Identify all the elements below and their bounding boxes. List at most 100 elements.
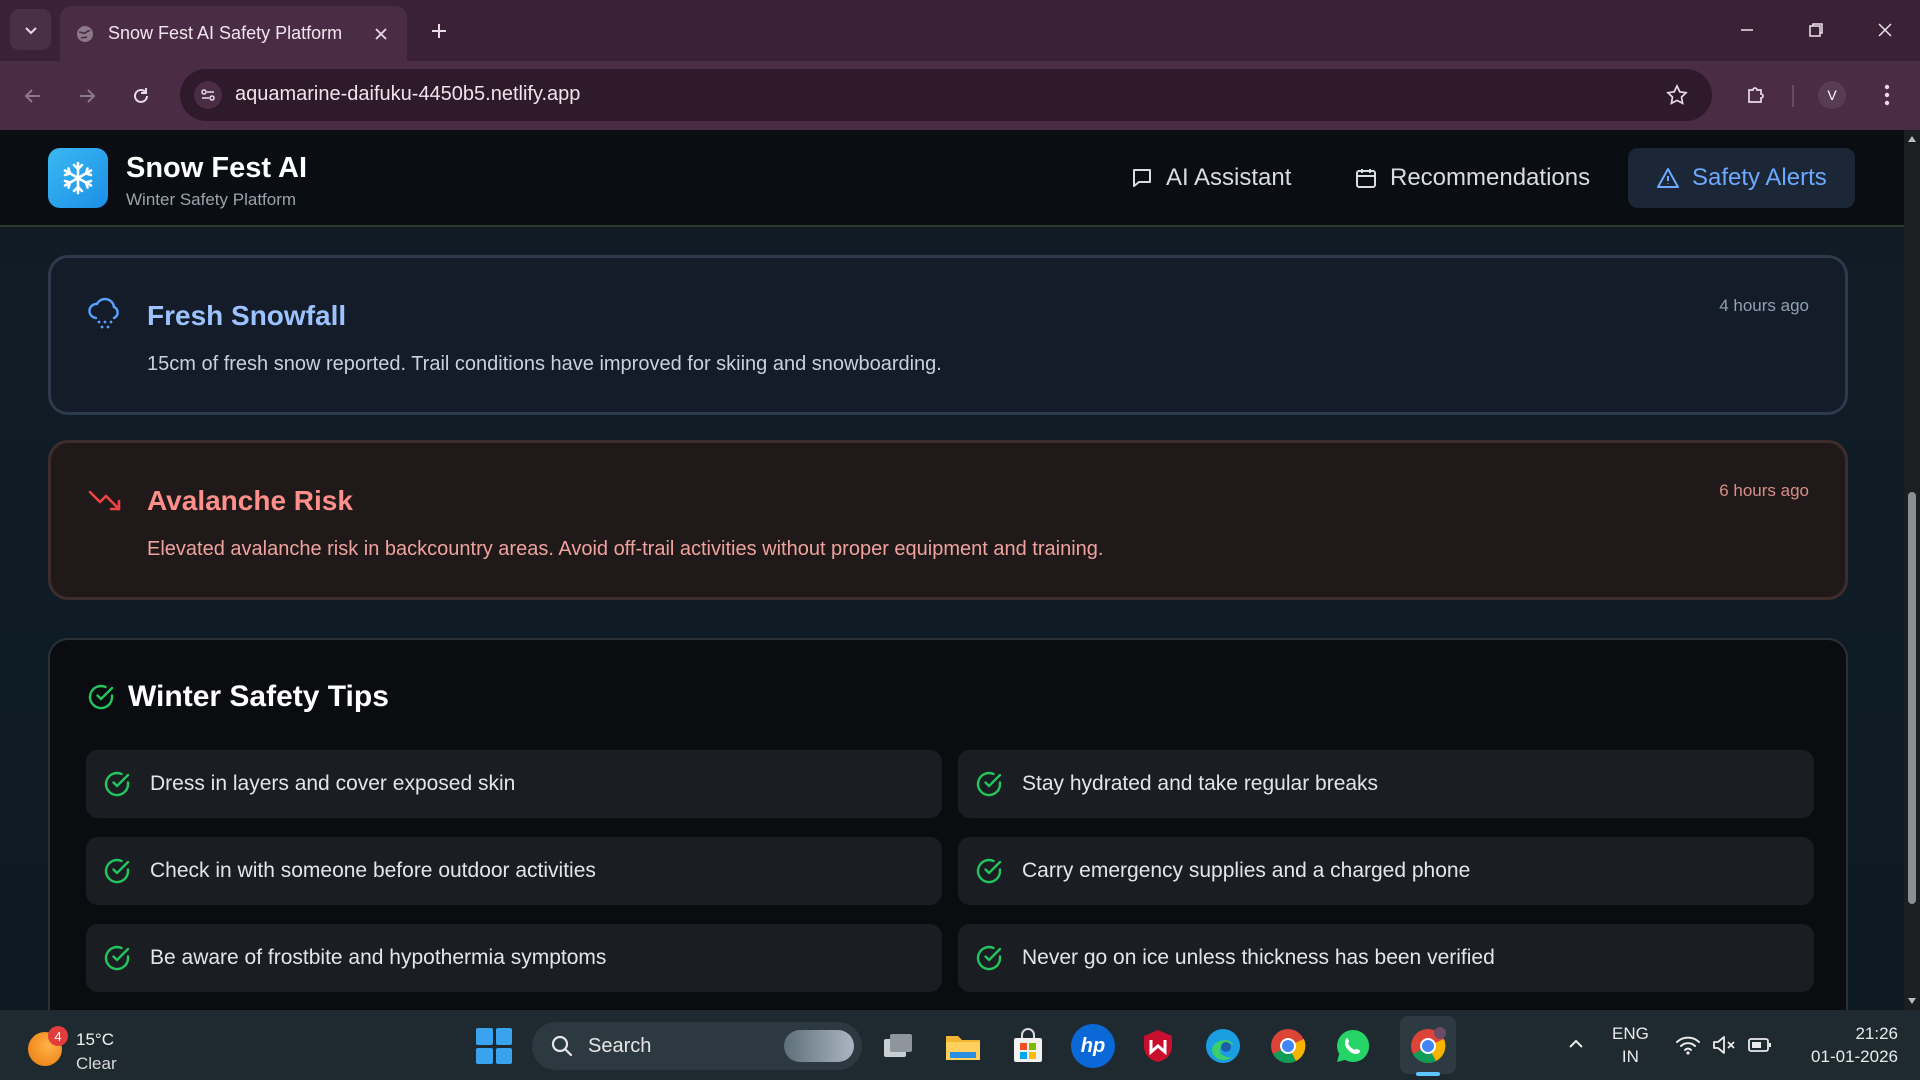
whatsapp-button[interactable]	[1331, 1024, 1375, 1068]
forward-button[interactable]	[68, 77, 106, 115]
close-icon	[1878, 23, 1892, 37]
tips-header: Winter Safety Tips	[86, 680, 389, 714]
alert-title: Fresh Snowfall	[147, 300, 347, 331]
task-view-button[interactable]	[876, 1024, 920, 1068]
clock-time: 21:26	[1855, 1024, 1898, 1043]
app-logo[interactable]	[48, 148, 108, 208]
extensions-button[interactable]	[1738, 77, 1774, 113]
chrome-button[interactable]	[1266, 1024, 1310, 1068]
browser-toolbar: aquamarine-daifuku-4450b5.netlify.app V	[0, 61, 1920, 130]
windows-logo-pane	[476, 1047, 493, 1064]
restore-button[interactable]	[1793, 12, 1839, 48]
chrome-profile-icon	[1411, 1027, 1446, 1063]
address-bar[interactable]: aquamarine-daifuku-4450b5.netlify.app	[180, 69, 1712, 121]
nav-ai-assistant[interactable]: AI Assistant	[1102, 148, 1319, 208]
alert-time: 6 hours ago	[1719, 481, 1809, 500]
browser-menu-button[interactable]	[1872, 77, 1902, 113]
whatsapp-icon	[1337, 1029, 1370, 1062]
profile-avatar[interactable]: V	[1818, 81, 1846, 109]
tab-title: Snow Fest AI Safety Platform	[108, 23, 343, 43]
arrow-left-icon	[24, 89, 40, 103]
windows-logo-pane	[495, 1028, 512, 1045]
arrow-right-icon	[80, 89, 96, 103]
weather-widget[interactable]: 4 15°C Clear	[28, 1020, 138, 1073]
trending-down-icon	[87, 481, 123, 517]
alert-title: Avalanche Risk	[147, 485, 353, 516]
check-circle-icon	[88, 684, 114, 710]
alert-card-avalanche-risk: Avalanche Risk Elevated avalanche risk i…	[48, 440, 1848, 600]
plus-icon	[432, 24, 446, 38]
site-settings-icon[interactable]	[194, 81, 222, 109]
cloud-snow-icon	[87, 296, 123, 332]
url-text[interactable]: aquamarine-daifuku-4450b5.netlify.app	[235, 83, 580, 106]
language-code: ENG	[1612, 1024, 1649, 1043]
scroll-down-arrow-icon[interactable]	[1907, 996, 1917, 1006]
new-tab-button[interactable]	[424, 16, 454, 46]
folder-icon	[946, 1036, 980, 1060]
scroll-up-arrow-icon[interactable]	[1907, 134, 1917, 144]
reload-button[interactable]	[122, 77, 160, 115]
chat-icon	[1130, 166, 1154, 190]
browser-tab[interactable]: Snow Fest AI Safety Platform	[60, 6, 407, 61]
edge-icon	[1206, 1029, 1240, 1063]
chevron-up-icon	[1569, 1039, 1583, 1048]
tip-text: Never go on ice unless thickness has bee…	[1022, 946, 1495, 969]
page-viewport: Snow Fest AI Winter Safety Platform AI A…	[0, 130, 1904, 1010]
browser-tab-bar: Snow Fest AI Safety Platform	[0, 0, 1920, 61]
nav-safety-alerts[interactable]: Safety Alerts	[1628, 148, 1855, 208]
volume-muted-icon[interactable]	[1710, 1032, 1738, 1058]
start-button[interactable]	[476, 1028, 512, 1064]
microsoft-store-button[interactable]	[1006, 1024, 1050, 1068]
back-button[interactable]	[14, 77, 52, 115]
globe-icon	[74, 23, 96, 45]
check-circle-icon	[976, 771, 1002, 797]
scrollbar-thumb[interactable]	[1908, 492, 1916, 904]
nav-recommendations[interactable]: Recommendations	[1326, 148, 1618, 208]
tab-search-button[interactable]	[10, 9, 51, 50]
windows-logo-pane	[495, 1047, 512, 1064]
search-icon	[551, 1035, 573, 1057]
hp-app-button[interactable]: hp	[1071, 1024, 1115, 1068]
taskbar-search[interactable]: Search	[532, 1022, 862, 1070]
close-tab-icon[interactable]	[369, 22, 393, 46]
app-header: Snow Fest AI Winter Safety Platform AI A…	[0, 130, 1904, 227]
alert-card-fresh-snowfall: Fresh Snowfall 15cm of fresh snow report…	[48, 255, 1848, 415]
close-window-button[interactable]	[1862, 12, 1908, 48]
calendar-icon	[1354, 166, 1378, 190]
tip-item: Never go on ice unless thickness has bee…	[958, 924, 1814, 992]
windows-logo-pane	[476, 1028, 493, 1045]
search-highlight-image	[784, 1030, 854, 1062]
file-explorer-button[interactable]	[941, 1024, 985, 1068]
hp-logo: hp	[1080, 1034, 1106, 1057]
region-code: IN	[1621, 1047, 1639, 1066]
wifi-icon[interactable]	[1674, 1032, 1702, 1058]
warning-icon	[1656, 166, 1680, 190]
toolbar-divider	[1792, 85, 1794, 107]
clock-date: 01-01-2026	[1811, 1047, 1898, 1066]
tip-text: Dress in layers and cover exposed skin	[150, 772, 516, 795]
show-hidden-icons-button[interactable]	[1564, 1032, 1588, 1056]
page-scrollbar[interactable]	[1904, 130, 1920, 1010]
tip-text: Stay hydrated and take regular breaks	[1022, 772, 1379, 795]
brand-title[interactable]: Snow Fest AI	[126, 152, 307, 185]
edge-button[interactable]	[1201, 1024, 1245, 1068]
task-view-icon	[884, 1034, 912, 1057]
chrome-profile-button[interactable]	[1406, 1024, 1450, 1068]
notification-badge: 4	[48, 1026, 68, 1046]
system-clock[interactable]: 21:26 01-01-2026	[1811, 1022, 1898, 1068]
weather-temperature: 15°C	[76, 1030, 114, 1049]
restore-icon	[1809, 23, 1823, 37]
tip-item: Be aware of frostbite and hypothermia sy…	[86, 924, 942, 992]
language-indicator[interactable]: ENG IN	[1612, 1022, 1649, 1068]
snowflake-icon	[63, 161, 93, 195]
bookmark-star-icon[interactable]	[1664, 82, 1690, 108]
active-app-indicator	[1416, 1072, 1440, 1076]
brand-subtitle: Winter Safety Platform	[126, 190, 297, 209]
store-icon	[1014, 1028, 1042, 1062]
tips-title: Winter Safety Tips	[128, 680, 389, 713]
mcafee-button[interactable]	[1136, 1024, 1180, 1068]
minimize-button[interactable]	[1724, 12, 1770, 48]
alert-message: Elevated avalanche risk in backcountry a…	[147, 538, 1104, 560]
tip-item: Check in with someone before outdoor act…	[86, 837, 942, 905]
battery-icon[interactable]	[1746, 1032, 1774, 1058]
